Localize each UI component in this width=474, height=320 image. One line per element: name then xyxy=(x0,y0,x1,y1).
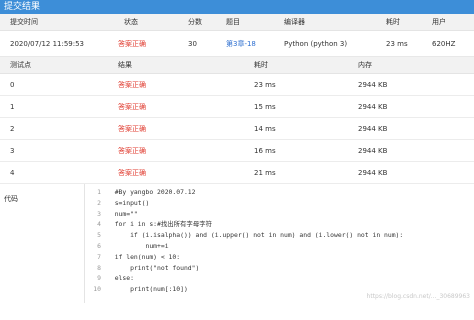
score-value: 30 xyxy=(188,39,197,48)
test-point: 4 xyxy=(10,168,15,177)
code-text: if len(num) < 10: xyxy=(107,252,181,261)
header-submit-time: 提交时间 xyxy=(10,18,38,26)
status-text: 答案正确 xyxy=(118,39,146,48)
line-number: 10 xyxy=(93,285,101,294)
line-number: 2 xyxy=(97,198,101,207)
test-result: 答案正确 xyxy=(118,80,146,89)
submit-time: 2020/07/12 11:59:53 xyxy=(10,39,85,48)
user-value: 620HZ xyxy=(432,39,456,48)
header-user: 用户 xyxy=(432,18,446,26)
submission-result-page: 提交结果 提交时间 状态 分数 题目 编译器 耗时 用户 2020/07/12 … xyxy=(0,0,474,320)
header-score: 分数 xyxy=(188,18,202,26)
table-row: 0 答案正确 23 ms 2944 KB xyxy=(0,74,474,96)
test-time: 21 ms xyxy=(254,168,276,177)
test-result: 答案正确 xyxy=(118,102,146,111)
test-result: 答案正确 xyxy=(118,146,146,155)
test-time: 15 ms xyxy=(254,102,276,111)
line-number: 7 xyxy=(97,252,101,261)
header-test-point: 测试点 xyxy=(10,61,31,69)
code-line: 5 if (i.isalpha()) and (i.upper() not in… xyxy=(85,230,474,241)
table-row: 1 答案正确 15 ms 2944 KB xyxy=(0,96,474,118)
code-text: num="" xyxy=(107,209,138,218)
test-time: 14 ms xyxy=(254,124,276,133)
code-section: 代码 1 #By yangbo 2020.07.12 2 s=input() 3… xyxy=(0,184,474,303)
code-line: 3 num="" xyxy=(85,209,474,220)
test-memory: 2944 KB xyxy=(358,80,388,89)
problem-link[interactable]: 第3章-18 xyxy=(226,39,256,49)
line-number: 8 xyxy=(97,263,101,272)
code-line: 6 num+=i xyxy=(85,241,474,252)
page-title: 提交结果 xyxy=(0,0,474,14)
test-memory: 2944 KB xyxy=(358,168,388,177)
code-text: else: xyxy=(107,274,134,283)
header-problem: 题目 xyxy=(226,18,240,26)
line-number: 1 xyxy=(97,188,101,196)
code-line: 9 else: xyxy=(85,273,474,284)
summary-header: 提交时间 状态 分数 题目 编译器 耗时 用户 xyxy=(0,14,474,31)
table-row: 3 答案正确 16 ms 2944 KB xyxy=(0,140,474,162)
code-line: 7 if len(num) < 10: xyxy=(85,252,474,263)
code-text: for i in s:#找出所有字母字符 xyxy=(107,220,212,229)
test-memory: 2944 KB xyxy=(358,102,388,111)
code-text: num+=i xyxy=(107,241,169,250)
code-line: 8 print("not found") xyxy=(85,263,474,274)
test-memory: 2944 KB xyxy=(358,146,388,155)
line-number: 9 xyxy=(97,274,101,283)
code-text: print("not found") xyxy=(107,263,200,272)
compiler-value: Python (python 3) xyxy=(284,39,348,48)
test-point: 0 xyxy=(10,80,15,89)
code-line: 4 for i in s:#找出所有字母字符 xyxy=(85,219,474,230)
time-value: 23 ms xyxy=(386,39,408,48)
test-point: 1 xyxy=(10,102,15,111)
test-point: 3 xyxy=(10,146,15,155)
table-row: 4 答案正确 21 ms 2944 KB xyxy=(0,162,474,184)
table-row: 2 答案正确 14 ms 2944 KB xyxy=(0,118,474,140)
header-status: 状态 xyxy=(124,18,138,26)
header-memory: 内存 xyxy=(358,61,372,69)
header-test-time: 耗时 xyxy=(254,61,268,69)
test-time: 16 ms xyxy=(254,146,276,155)
test-memory: 2944 KB xyxy=(358,124,388,133)
code-text: #By yangbo 2020.07.12 xyxy=(107,188,196,196)
test-point: 2 xyxy=(10,124,15,133)
tests-header: 测试点 结果 耗时 内存 xyxy=(0,57,474,74)
header-time: 耗时 xyxy=(386,18,400,26)
code-text: print(num[:10]) xyxy=(107,285,188,294)
watermark: https://blog.csdn.net/..._30689963 xyxy=(366,293,470,300)
line-number: 3 xyxy=(97,209,101,218)
code-label: 代码 xyxy=(4,195,18,203)
code-line: 2 s=input() xyxy=(85,198,474,209)
code-text: s=input() xyxy=(107,198,150,207)
code-text: if (i.isalpha()) and (i.upper() not in n… xyxy=(107,231,404,240)
line-number: 4 xyxy=(97,220,101,229)
test-result: 答案正确 xyxy=(118,168,146,177)
test-result: 答案正确 xyxy=(118,124,146,133)
header-result: 结果 xyxy=(118,61,132,69)
header-compiler: 编译器 xyxy=(284,18,305,26)
test-time: 23 ms xyxy=(254,80,276,89)
line-number: 5 xyxy=(97,231,101,240)
line-number: 6 xyxy=(97,241,101,250)
code-line: 1 #By yangbo 2020.07.12 xyxy=(85,187,474,198)
summary-row: 2020/07/12 11:59:53 答案正确 30 第3章-18 Pytho… xyxy=(0,31,474,57)
code-editor[interactable]: 1 #By yangbo 2020.07.12 2 s=input() 3 nu… xyxy=(84,184,474,303)
